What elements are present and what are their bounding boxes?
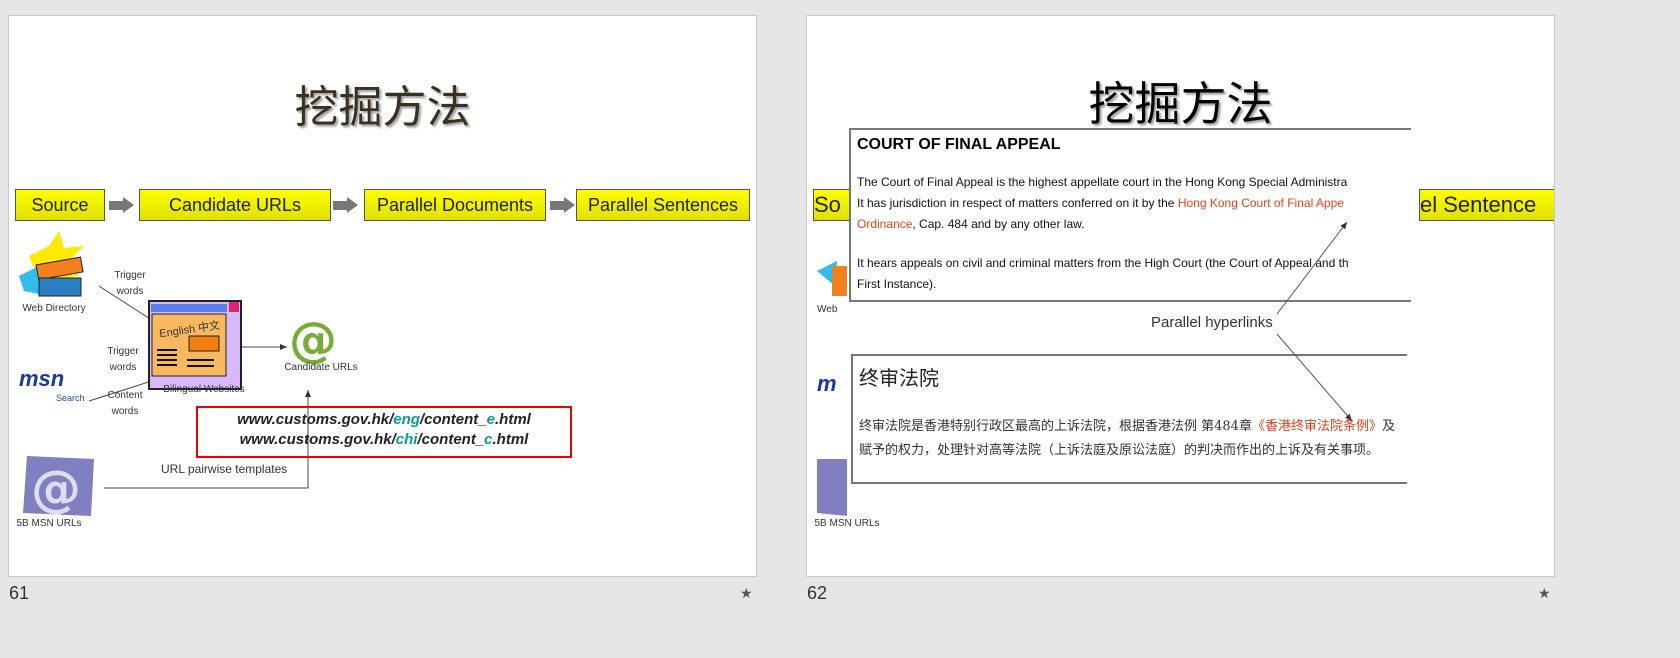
- label-content-words: Content words: [107, 390, 143, 417]
- label-parallel-hyperlinks: Parallel hyperlinks: [1151, 314, 1273, 331]
- msn-logo: msn: [19, 366, 65, 391]
- url-lang: eng: [393, 411, 420, 428]
- slide-62-thumbnail[interactable]: 挖掘方法 So el Sentence Web m 5B MSN URLs CO…: [806, 15, 1555, 577]
- msn-search-label: Search: [56, 393, 85, 403]
- url-mid: /content_: [417, 431, 485, 448]
- url-suffix: c: [484, 431, 493, 448]
- parallel-hyperlink-arrows: [1276, 221, 1353, 422]
- url-line-english: www.customs.gov.hk/eng/content_e.html: [198, 410, 570, 430]
- label-trigger-words: Trigger words: [107, 346, 139, 373]
- web-directory-books-icon: [19, 231, 84, 297]
- label-trigger-words: Trigger words: [114, 270, 146, 297]
- url-lang: chi: [395, 431, 418, 448]
- url-mid: /content_: [419, 411, 487, 428]
- label-web-directory: Web Directory: [22, 303, 86, 314]
- url-line-chinese: www.customs.gov.hk/chi/content_c.html: [198, 430, 570, 450]
- blue-at-icon: @: [23, 456, 94, 518]
- url-ext: .html: [492, 431, 529, 448]
- url-prefix: www.customs.gov.hk/: [237, 411, 394, 428]
- svg-text:@: @: [31, 460, 81, 518]
- bilingual-window-icon: [148, 300, 242, 390]
- slide-number: 61: [9, 583, 30, 603]
- label-bilingual-websites: Bilingual Websites: [163, 384, 245, 395]
- slide-transition-star-icon[interactable]: ★: [1538, 585, 1551, 602]
- green-at-icon: @: [289, 312, 337, 368]
- url-ext: .html: [495, 411, 531, 428]
- url-prefix: www.customs.gov.hk/: [239, 431, 396, 448]
- slide-transition-star-icon[interactable]: ★: [740, 585, 753, 602]
- url-template-box: www.customs.gov.hk/eng/content_e.html ww…: [196, 406, 572, 458]
- url-suffix: e: [486, 411, 495, 428]
- slide-61-thumbnail[interactable]: 挖掘方法 Source Candidate URLs Parallel Docu…: [8, 15, 757, 577]
- label-candidate-urls: Candidate URLs: [284, 362, 358, 373]
- slide-number: 62: [807, 583, 828, 603]
- label-msn-urls: 5B MSN URLs: [16, 518, 82, 529]
- label-url-templates: URL pairwise templates: [161, 462, 288, 476]
